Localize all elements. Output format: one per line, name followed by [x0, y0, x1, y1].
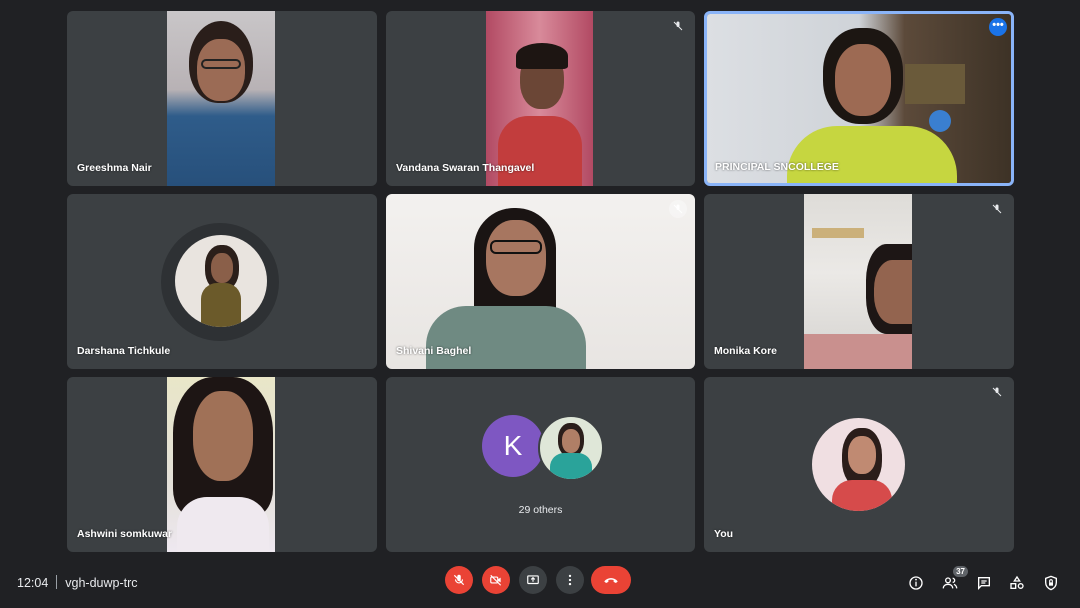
mic-off-icon — [988, 383, 1006, 401]
mic-off-icon — [988, 200, 1006, 218]
host-controls-button[interactable] — [1041, 573, 1061, 593]
mic-toggle-button[interactable] — [445, 566, 473, 594]
participant-tile-shivani[interactable]: Shivani Baghel — [386, 194, 695, 369]
participant-tile-vandana[interactable]: Vandana Swaran Thangavel — [386, 11, 695, 186]
people-button[interactable]: 37 — [940, 566, 968, 593]
people-icon — [942, 577, 958, 589]
people-count-badge: 37 — [953, 566, 968, 577]
participant-tile-monika[interactable]: Monika Kore — [704, 194, 1014, 369]
participant-name: PRINCIPAL SNCOLLEGE — [715, 161, 839, 173]
participant-name: Greeshma Nair — [77, 162, 152, 174]
participant-name: Shivani Baghel — [396, 345, 472, 357]
participant-video — [707, 14, 1011, 183]
camera-toggle-button[interactable] — [482, 566, 510, 594]
more-options-icon[interactable]: ••• — [989, 18, 1007, 36]
participant-tile-greeshma[interactable]: Greeshma Nair — [67, 11, 377, 186]
participant-video — [804, 194, 912, 369]
participant-name: Monika Kore — [714, 345, 778, 357]
avatar — [812, 418, 905, 511]
activities-button[interactable] — [1007, 573, 1027, 593]
participant-name: You — [714, 528, 734, 540]
others-count: 29 others — [518, 504, 563, 516]
mic-off-icon — [453, 574, 465, 586]
meeting-code: vgh-duwp-trc — [65, 576, 138, 590]
avatar-initial: K — [482, 415, 544, 477]
control-bar: 12:04 vgh-duwp-trc 37 — [0, 554, 1080, 608]
present-screen-icon — [527, 575, 539, 585]
participant-tile-you[interactable]: You — [704, 377, 1014, 552]
host-controls-icon — [1045, 575, 1057, 591]
participant-video — [386, 194, 695, 369]
mic-off-icon — [669, 200, 687, 218]
participant-tile-principal[interactable]: ••• PRINCIPAL SNCOLLEGE — [704, 11, 1014, 186]
clock-time: 12:04 — [17, 576, 49, 590]
chat-button[interactable] — [974, 573, 994, 593]
participant-name: Darshana Tichkule — [77, 345, 171, 357]
more-options-icon — [568, 574, 572, 586]
present-button[interactable] — [519, 566, 547, 594]
mic-off-icon — [669, 17, 687, 35]
participant-tile-darshana[interactable]: Darshana Tichkule — [67, 194, 377, 369]
participant-name: Vandana Swaran Thangavel — [396, 162, 535, 174]
end-call-icon — [604, 578, 618, 583]
avatar — [175, 235, 267, 327]
participant-name: Ashwini somkuwar — [77, 528, 173, 540]
meeting-info-button[interactable] — [906, 573, 926, 593]
info-icon — [909, 576, 923, 590]
activities-icon — [1010, 575, 1024, 589]
camera-off-icon — [490, 574, 502, 586]
chat-icon — [978, 577, 990, 590]
participant-video — [167, 377, 275, 552]
others-tile[interactable]: K 29 others — [386, 377, 695, 552]
participant-tile-ashwini[interactable]: Ashwini somkuwar — [67, 377, 377, 552]
meeting-details: 12:04 vgh-duwp-trc — [17, 575, 138, 590]
divider — [56, 575, 58, 589]
leave-call-button[interactable] — [591, 566, 631, 594]
participant-video — [486, 11, 593, 186]
avatar — [538, 415, 604, 481]
more-options-button[interactable] — [556, 566, 584, 594]
participant-video — [167, 11, 275, 186]
